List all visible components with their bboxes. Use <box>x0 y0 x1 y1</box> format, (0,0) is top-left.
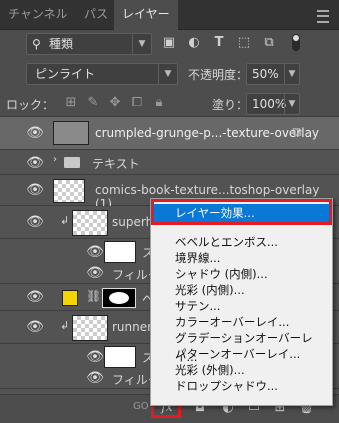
link-layers-label: GO <box>133 401 149 412</box>
visibility-eye-icon[interactable]: 👁︎ <box>24 289 46 305</box>
opacity-label: 不透明度： <box>188 68 249 82</box>
filter-pixel-icon[interactable]: ▣ <box>160 35 178 50</box>
filter-smart-object-icon[interactable]: ⧉ <box>260 35 278 50</box>
layer-row-crumpled[interactable]: 👁︎ crumpled-grunge-p...-texture-overlay … <box>0 117 339 150</box>
filter-adjustment-icon[interactable]: ◐ <box>185 35 203 50</box>
filter-type-icon[interactable]: T <box>210 35 228 50</box>
layer-filter-select[interactable]: ⚲ 種類 ▼ <box>26 33 152 55</box>
visibility-eye-icon[interactable]: 👁︎ <box>24 319 46 335</box>
chevron-down-icon: ▼ <box>132 34 151 54</box>
chevron-down-icon: ▼ <box>158 64 177 84</box>
fill-value: 100% <box>252 97 287 111</box>
lock-all-icon[interactable]: 🔒︎ <box>152 95 166 110</box>
menu-item-drop-shadow[interactable]: ドロップシャドウ... <box>175 377 278 396</box>
chevron-right-icon[interactable]: › <box>53 154 57 165</box>
visibility-eye-icon[interactable]: 👁︎ <box>24 155 46 171</box>
blend-mode-value: ピンライト <box>35 67 96 81</box>
smart-object-badge-icon: ⧉ <box>292 125 302 140</box>
opacity-value: 50% <box>252 67 279 81</box>
visibility-eye-icon[interactable]: 👁︎ <box>84 244 106 260</box>
tab-channels[interactable]: チャンネル <box>0 0 76 29</box>
link-chain-icon: ⛓︎ <box>86 289 102 303</box>
folder-icon <box>64 157 80 168</box>
tab-paths[interactable]: パス <box>76 0 116 29</box>
filter-toggle[interactable] <box>292 34 300 51</box>
fill-input[interactable]: 100% ▼ <box>246 93 300 115</box>
layer-mask-thumbnail <box>102 288 136 308</box>
clipping-arrow-icon: ↲ <box>60 214 70 227</box>
panel-menu-icon[interactable] <box>317 10 329 23</box>
lock-artboard-icon[interactable]: ⧠ <box>130 95 144 110</box>
filter-shape-icon[interactable]: ⬚ <box>235 35 253 50</box>
layer-row-text-group[interactable]: 👁︎ › テキスト <box>0 150 339 175</box>
layer-name: テキスト <box>92 157 140 171</box>
annotation-highlight-menu-item <box>151 199 332 225</box>
lock-label: ロック： <box>6 98 55 112</box>
chevron-down-icon: ▼ <box>284 64 299 84</box>
layer-thumbnail <box>53 121 89 145</box>
layer-name: crumpled-grunge-p...-texture-overlay <box>95 126 320 140</box>
fill-label: 塗り： <box>212 98 249 112</box>
opacity-input[interactable]: 50% ▼ <box>246 63 300 85</box>
visibility-eye-icon[interactable]: 👁︎ <box>24 214 46 230</box>
clipping-arrow-icon: ↲ <box>60 319 70 332</box>
visibility-eye-icon[interactable]: 👁︎ <box>84 349 106 365</box>
lock-image-icon[interactable]: ✎ <box>86 95 100 110</box>
lock-position-icon[interactable]: ✥ <box>108 95 122 110</box>
layer-thumbnail <box>72 315 108 341</box>
lock-transparent-icon[interactable]: ⊞ <box>64 95 78 110</box>
effect-thumbnail <box>104 241 136 263</box>
chevron-down-icon: ▼ <box>284 94 299 114</box>
layer-style-context-menu: レイヤー効果... ベベルとエンボス... 境界線... シャドウ (内側)..… <box>150 198 333 406</box>
effect-thumbnail <box>104 346 136 368</box>
layer-thumbnail <box>72 210 108 236</box>
layer-thumbnail <box>53 179 85 203</box>
blend-mode-select[interactable]: ピンライト ▼ <box>26 63 178 85</box>
visibility-eye-icon[interactable]: 👁︎ <box>84 370 106 386</box>
panel-tab-bar: チャンネル パス レイヤー <box>0 0 339 30</box>
tab-layers[interactable]: レイヤー <box>114 0 178 30</box>
visibility-eye-icon[interactable]: 👁︎ <box>24 125 46 141</box>
color-fill-swatch <box>62 290 78 306</box>
visibility-eye-icon[interactable]: 👁︎ <box>84 265 106 281</box>
search-icon: ⚲ <box>32 37 41 51</box>
layer-filter-kind: 種類 <box>49 37 74 51</box>
visibility-eye-icon[interactable]: 👁︎ <box>24 182 46 198</box>
